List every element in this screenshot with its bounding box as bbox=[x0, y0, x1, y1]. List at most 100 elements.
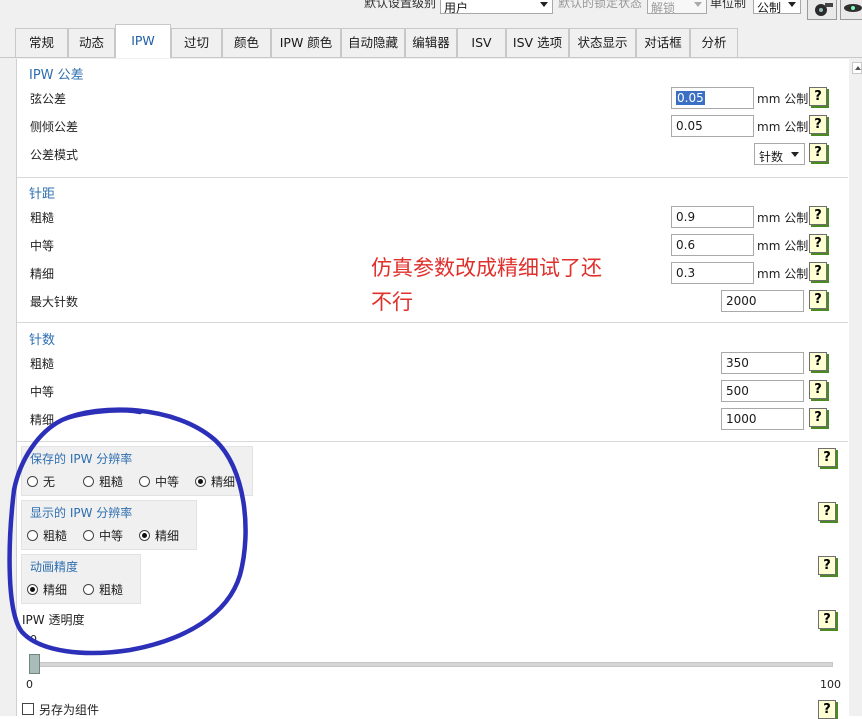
radio-selected-icon bbox=[195, 476, 206, 487]
machine-tool-button[interactable] bbox=[807, 0, 837, 20]
radio-icon bbox=[139, 476, 150, 487]
display-res-coarse-radio[interactable]: 粗糙 bbox=[27, 527, 67, 544]
radio-icon bbox=[27, 476, 38, 487]
tab-12[interactable]: 分析 bbox=[690, 28, 738, 57]
annotation-line-2: 不行 bbox=[371, 290, 413, 314]
help-icon[interactable]: ? bbox=[809, 115, 827, 134]
step-medium-input[interactable]: 0.6 bbox=[671, 234, 754, 256]
machine-tool-icon bbox=[815, 3, 833, 16]
help-icon[interactable]: ? bbox=[809, 408, 827, 427]
tilt-tolerance-label: 侧倾公差 bbox=[30, 120, 79, 134]
tab-0[interactable]: 常规 bbox=[15, 28, 68, 57]
default-level-value: 用户 bbox=[444, 1, 469, 15]
radio-label: 粗糙 bbox=[99, 475, 124, 489]
tolerance-mode-select[interactable]: 针数 bbox=[754, 143, 805, 165]
radio-label: 粗糙 bbox=[99, 583, 124, 597]
transparency-slider-thumb[interactable] bbox=[29, 654, 40, 674]
step-title: 针距 bbox=[29, 187, 56, 202]
tab-3[interactable]: 过切 bbox=[171, 28, 222, 57]
help-icon[interactable]: ? bbox=[809, 206, 827, 225]
tilt-tolerance-input[interactable]: 0.05 bbox=[671, 115, 754, 137]
help-icon[interactable]: ? bbox=[818, 556, 836, 575]
transparency-current-value: 0 bbox=[30, 633, 37, 646]
saved-res-none-radio[interactable]: 无 bbox=[27, 473, 55, 490]
chevron-down-icon bbox=[791, 152, 799, 157]
section-divider bbox=[17, 322, 848, 323]
tab-5[interactable]: IPW 颜色 bbox=[271, 28, 341, 57]
unit-label: 单位制 bbox=[710, 0, 747, 10]
help-icon[interactable]: ? bbox=[818, 700, 836, 719]
tab-4[interactable]: 颜色 bbox=[222, 28, 271, 57]
tab-1[interactable]: 动态 bbox=[68, 28, 115, 57]
tab-6[interactable]: 自动隐藏 bbox=[341, 28, 405, 57]
transparency-slider-track[interactable] bbox=[30, 662, 833, 667]
default-level-select[interactable]: 用户 bbox=[440, 0, 553, 15]
help-icon[interactable]: ? bbox=[809, 380, 827, 399]
tab-8[interactable]: ISV bbox=[457, 28, 506, 57]
radio-selected-icon bbox=[139, 530, 150, 541]
unit-select[interactable]: 公制 bbox=[753, 0, 801, 15]
saved-res-fine-radio[interactable]: 精细 bbox=[195, 473, 235, 490]
radio-label: 精细 bbox=[155, 529, 180, 543]
step-fine-input[interactable]: 0.3 bbox=[671, 262, 754, 284]
save-as-component-checkbox[interactable] bbox=[22, 703, 34, 715]
count-fine-label: 精细 bbox=[30, 413, 55, 427]
animation-coarse-radio[interactable]: 粗糙 bbox=[83, 581, 123, 598]
count-medium-input[interactable]: 500 bbox=[721, 380, 804, 402]
count-title: 针数 bbox=[29, 333, 56, 348]
chord-tolerance-input[interactable]: 0.05 bbox=[671, 87, 754, 109]
step-coarse-input[interactable]: 0.9 bbox=[671, 206, 754, 228]
tab-10[interactable]: 状态显示 bbox=[569, 28, 636, 57]
chord-tolerance-unit: mm 公制 bbox=[757, 92, 809, 106]
animation-fine-radio[interactable]: 精细 bbox=[27, 581, 67, 598]
display-res-medium-radio[interactable]: 中等 bbox=[83, 527, 123, 544]
step-coarse-unit: mm 公制 bbox=[757, 211, 809, 225]
count-coarse-label: 粗糙 bbox=[30, 357, 55, 371]
help-icon[interactable]: ? bbox=[809, 352, 827, 371]
help-icon[interactable]: ? bbox=[809, 143, 827, 162]
count-fine-input[interactable]: 1000 bbox=[721, 408, 804, 430]
count-medium-label: 中等 bbox=[30, 385, 55, 399]
help-icon[interactable]: ? bbox=[818, 610, 836, 629]
saved-res-coarse-radio[interactable]: 粗糙 bbox=[83, 473, 123, 490]
help-icon[interactable]: ? bbox=[809, 234, 827, 253]
default-level-label: 默认设置级别 bbox=[364, 0, 437, 10]
display-res-fine-radio[interactable]: 精细 bbox=[139, 527, 179, 544]
help-icon[interactable]: ? bbox=[809, 87, 827, 106]
chord-tolerance-value: 0.05 bbox=[676, 91, 705, 105]
tab-11[interactable]: 对话框 bbox=[636, 28, 690, 57]
radio-icon bbox=[83, 584, 94, 595]
radio-selected-icon bbox=[27, 584, 38, 595]
saved-res-medium-radio[interactable]: 中等 bbox=[139, 473, 179, 490]
eye-icon bbox=[844, 4, 862, 12]
tilt-tolerance-unit: mm 公制 bbox=[757, 120, 809, 134]
radio-label: 中等 bbox=[99, 529, 124, 543]
chevron-down-icon bbox=[788, 2, 796, 7]
radio-icon bbox=[27, 530, 38, 541]
count-coarse-input[interactable]: 350 bbox=[721, 352, 804, 374]
max-points-input[interactable]: 2000 bbox=[721, 290, 804, 312]
radio-icon bbox=[83, 476, 94, 487]
default-lock-select: 解锁 bbox=[647, 0, 707, 15]
step-fine-unit: mm 公制 bbox=[757, 267, 809, 281]
scroll-up-button[interactable] bbox=[852, 62, 862, 74]
default-lock-label: 默认的锁定状态 bbox=[558, 0, 643, 10]
help-icon[interactable]: ? bbox=[809, 290, 827, 309]
tolerance-mode-label: 公差模式 bbox=[30, 148, 79, 162]
tab-9[interactable]: ISV 选项 bbox=[506, 28, 569, 57]
tab-2[interactable]: IPW bbox=[115, 24, 171, 58]
section-divider bbox=[17, 441, 848, 442]
radio-label: 精细 bbox=[43, 583, 68, 597]
section-divider bbox=[17, 177, 848, 178]
help-icon[interactable]: ? bbox=[809, 262, 827, 281]
step-medium-unit: mm 公制 bbox=[757, 239, 809, 253]
radio-label: 粗糙 bbox=[43, 529, 68, 543]
unit-value: 公制 bbox=[757, 1, 782, 15]
chord-tolerance-label: 弦公差 bbox=[30, 92, 67, 106]
tab-7[interactable]: 编辑器 bbox=[405, 28, 457, 57]
help-icon[interactable]: ? bbox=[818, 448, 836, 467]
radio-icon bbox=[83, 530, 94, 541]
help-icon[interactable]: ? bbox=[818, 502, 836, 521]
view-button[interactable] bbox=[840, 0, 862, 20]
tolerance-mode-value: 针数 bbox=[759, 150, 784, 164]
